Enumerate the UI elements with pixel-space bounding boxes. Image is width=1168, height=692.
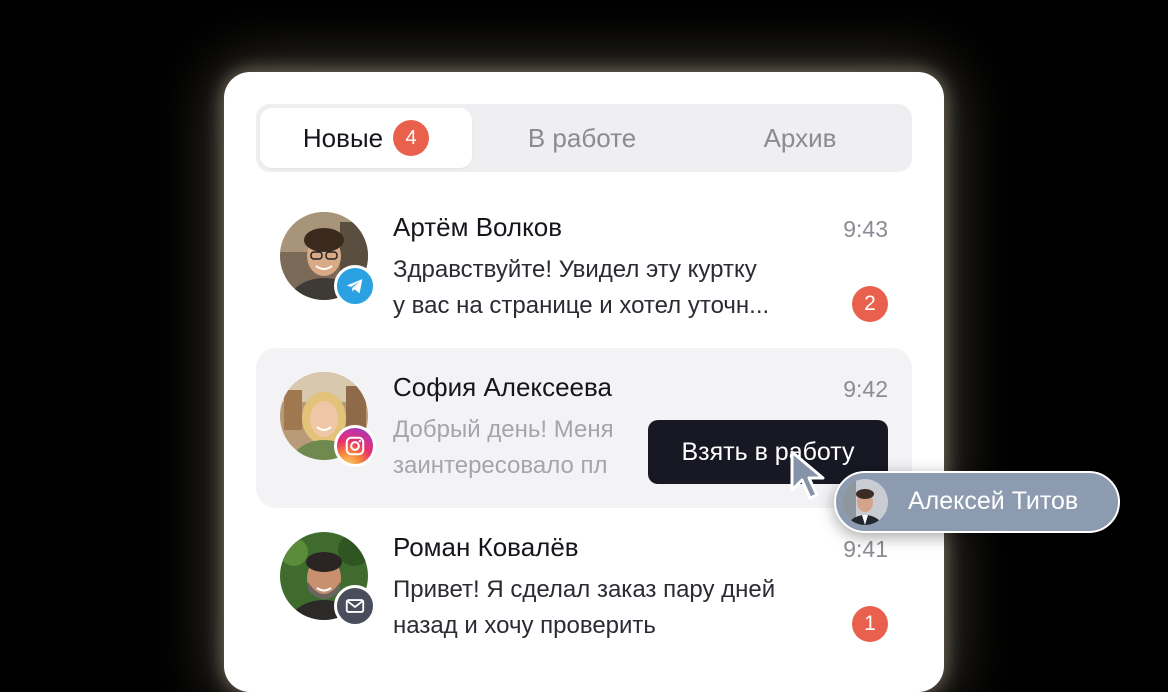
message-preview: Привет! Я сделал заказ пару дней назад и…: [393, 572, 843, 644]
message-time: 9:41: [843, 536, 888, 562]
chat-list-card: Новые 4 В работе Архив Артём Волков 9:43…: [224, 72, 944, 692]
unread-count-badge: 1: [852, 606, 888, 642]
tab-in-progress-label: В работе: [527, 122, 637, 153]
telegram-icon: [334, 265, 376, 307]
mail-icon: [334, 585, 376, 627]
tab-archive[interactable]: Архив: [692, 108, 908, 168]
message-line: назад и хочу проверить: [393, 612, 656, 639]
message-time: 9:43: [843, 216, 888, 242]
contact-name: Роман Ковалёв: [393, 532, 579, 562]
contact-name: София Алексеева: [393, 372, 612, 402]
message-line: заинтересовало пл: [393, 452, 608, 479]
assignee-avatar: [842, 479, 888, 525]
tab-new-label: Новые: [302, 122, 384, 153]
tab-bar: Новые 4 В работе Архив: [256, 104, 912, 172]
message-preview: Здравствуйте! Увидел эту куртку у вас на…: [393, 252, 843, 324]
tab-in-progress[interactable]: В работе: [472, 108, 692, 168]
instagram-icon: [334, 425, 376, 467]
assignee-chip[interactable]: Алексей Титов: [834, 471, 1120, 533]
message-time: 9:42: [843, 376, 888, 402]
message-line: Привет! Я сделал заказ пару дней: [393, 576, 776, 603]
unread-count-badge: 2: [852, 286, 888, 322]
mouse-cursor-icon: [790, 450, 830, 507]
contact-name: Артём Волков: [393, 212, 563, 242]
chat-item-roman[interactable]: Роман Ковалёв 9:41 Привет! Я сделал зака…: [256, 508, 912, 668]
tab-new-count-badge: 4: [393, 120, 430, 156]
tab-archive-label: Архив: [763, 122, 837, 153]
message-line: Добрый день! Меня: [393, 416, 614, 443]
chat-item-artem[interactable]: Артём Волков 9:43 Здравствуйте! Увидел э…: [256, 188, 912, 348]
tab-new[interactable]: Новые 4: [260, 108, 472, 168]
message-preview: Добрый день! Меня заинтересовало пл: [393, 412, 653, 484]
message-line: у вас на странице и хотел уточн...: [393, 292, 770, 319]
message-line: Здравствуйте! Увидел эту куртку: [393, 256, 757, 283]
assignee-name: Алексей Титов: [908, 487, 1079, 515]
